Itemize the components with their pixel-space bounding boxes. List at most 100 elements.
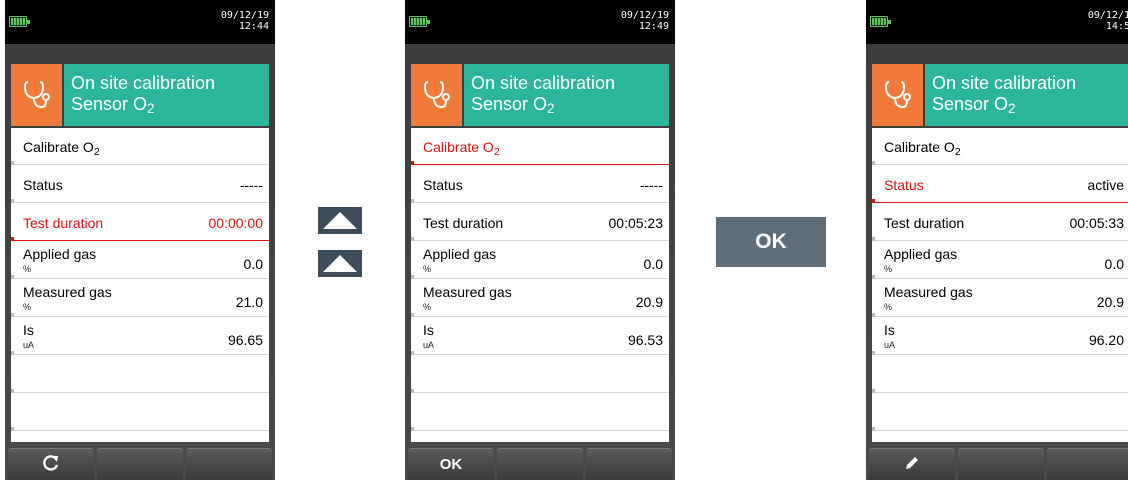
datetime: 09/12/1 14:5 <box>1088 10 1128 32</box>
row-label: Status <box>884 177 924 193</box>
softkey-2[interactable] <box>497 448 583 480</box>
refresh-icon <box>42 454 60 476</box>
row-label: Test duration <box>23 215 104 231</box>
row-label: Calibrate O2 <box>884 139 961 158</box>
ok-key[interactable]: OK <box>716 217 826 267</box>
row-unit: % <box>423 302 432 312</box>
row-measured-gas[interactable]: Measured gas % 20.9 <box>411 280 669 317</box>
main-panel: On site calibration Sensor O2 Calibrate … <box>866 44 1128 480</box>
row-label: Measured gas <box>884 284 973 300</box>
row-value: 96.65 <box>227 332 263 348</box>
row-value: 00:00:00 <box>208 215 264 231</box>
softkey-2[interactable] <box>97 448 183 480</box>
row-unit: % <box>23 264 32 274</box>
softkey-3[interactable] <box>1047 448 1128 480</box>
row-empty <box>411 394 669 431</box>
header-title-line1: On site calibration <box>71 73 216 93</box>
row-empty <box>872 356 1128 393</box>
row-applied-gas[interactable]: Applied gas % 0.0 <box>11 242 269 279</box>
header-title-line2: Sensor O2 <box>932 94 1128 119</box>
row-is[interactable]: Is uA 96.65 <box>11 318 269 355</box>
header-sensor-subscript: 2 <box>547 101 555 116</box>
header-card: On site calibration Sensor O2 <box>11 64 269 126</box>
row-label: Measured gas <box>23 284 112 300</box>
datetime: 09/12/19 12:44 <box>221 10 269 32</box>
row-applied-gas[interactable]: Applied gas % 0.0 <box>411 242 669 279</box>
row-status[interactable]: Status ----- <box>411 166 669 203</box>
header-title-line1: On site calibration <box>932 73 1077 93</box>
header-title: On site calibration Sensor O2 <box>464 64 669 126</box>
row-calibrate[interactable]: Calibrate O2 <box>872 128 1128 165</box>
up-arrow-key-2[interactable] <box>318 250 362 277</box>
row-value: 0.0 <box>643 256 663 272</box>
battery-icon <box>9 16 30 27</box>
row-is[interactable]: Is uA 96.20 <box>872 318 1128 355</box>
row-label: Applied gas <box>23 246 97 262</box>
pencil-icon <box>903 454 921 476</box>
header-title-line2: Sensor O2 <box>71 94 269 119</box>
row-measured-gas[interactable]: Measured gas % 21.0 <box>11 280 269 317</box>
stethoscope-icon <box>872 64 923 126</box>
row-unit: % <box>423 264 432 274</box>
row-label: Test duration <box>884 215 965 231</box>
date: 09/12/19 <box>620 10 669 21</box>
row-unit: uA <box>423 340 435 350</box>
softkey-bar: OK <box>405 446 675 480</box>
row-label: Applied gas <box>423 246 497 262</box>
row-is[interactable]: Is uA 96.53 <box>411 318 669 355</box>
row-label: Is <box>423 322 434 338</box>
row-label: Test duration <box>423 215 504 231</box>
up-arrow-icon <box>323 255 357 272</box>
row-label: Status <box>423 177 463 193</box>
status-bar: 09/12/1 14:5 <box>866 0 1128 44</box>
row-label: Calibrate O2 <box>423 139 500 158</box>
softkey-3[interactable] <box>586 448 672 480</box>
row-calibrate[interactable]: Calibrate O2 <box>11 128 269 165</box>
device-screen-2: 09/12/19 12:49 On site calibration Senso… <box>405 0 675 480</box>
row-unit: % <box>884 264 893 274</box>
softkey-2[interactable] <box>958 448 1044 480</box>
header-title-line2: Sensor O2 <box>471 94 669 119</box>
row-status[interactable]: Status active <box>872 166 1128 203</box>
header-sensor-label: Sensor O <box>471 94 548 114</box>
softkey-refresh[interactable] <box>8 448 94 480</box>
row-label: Status <box>23 177 63 193</box>
row-calibrate[interactable]: Calibrate O2 <box>411 128 669 165</box>
header-card: On site calibration Sensor O2 <box>411 64 669 126</box>
date: 09/12/19 <box>220 10 269 21</box>
menu-list: Calibrate O2 Status active Test duration… <box>872 128 1128 442</box>
row-empty <box>411 356 669 393</box>
row-measured-gas[interactable]: Measured gas % 20.9 <box>872 280 1128 317</box>
row-label: Is <box>23 322 34 338</box>
menu-list: Calibrate O2 Status ----- Test duration … <box>411 128 669 442</box>
softkey-edit[interactable] <box>869 448 955 480</box>
row-value: 00:05:33 <box>1069 215 1125 231</box>
row-applied-gas[interactable]: Applied gas % 0.0 <box>872 242 1128 279</box>
up-arrow-key-1[interactable] <box>318 207 362 234</box>
main-panel: On site calibration Sensor O2 Calibrate … <box>5 44 275 480</box>
row-test-duration[interactable]: Test duration 00:05:23 <box>411 204 669 241</box>
row-unit: % <box>23 302 32 312</box>
header-title: On site calibration Sensor O2 <box>64 64 269 126</box>
time: 12:44 <box>238 21 269 32</box>
row-value: 96.53 <box>627 332 663 348</box>
header-sensor-label: Sensor O <box>932 94 1009 114</box>
row-label: Calibrate O2 <box>23 139 100 158</box>
row-status[interactable]: Status ----- <box>11 166 269 203</box>
row-unit: uA <box>884 340 896 350</box>
row-value: 00:05:23 <box>608 215 664 231</box>
row-unit: % <box>884 302 893 312</box>
row-test-duration[interactable]: Test duration 00:00:00 <box>11 204 269 241</box>
date: 09/12/1 <box>1087 10 1128 21</box>
row-empty <box>872 394 1128 431</box>
softkey-ok[interactable]: OK <box>408 448 494 480</box>
row-value: 20.9 <box>635 294 663 310</box>
header-title-line1: On site calibration <box>471 73 616 93</box>
softkey-3[interactable] <box>186 448 272 480</box>
row-empty <box>11 356 269 393</box>
row-value: 20.9 <box>1096 294 1124 310</box>
row-test-duration[interactable]: Test duration 00:05:33 <box>872 204 1128 241</box>
row-value: 0.0 <box>1104 256 1124 272</box>
stethoscope-icon <box>411 64 462 126</box>
row-value: ----- <box>239 177 263 193</box>
